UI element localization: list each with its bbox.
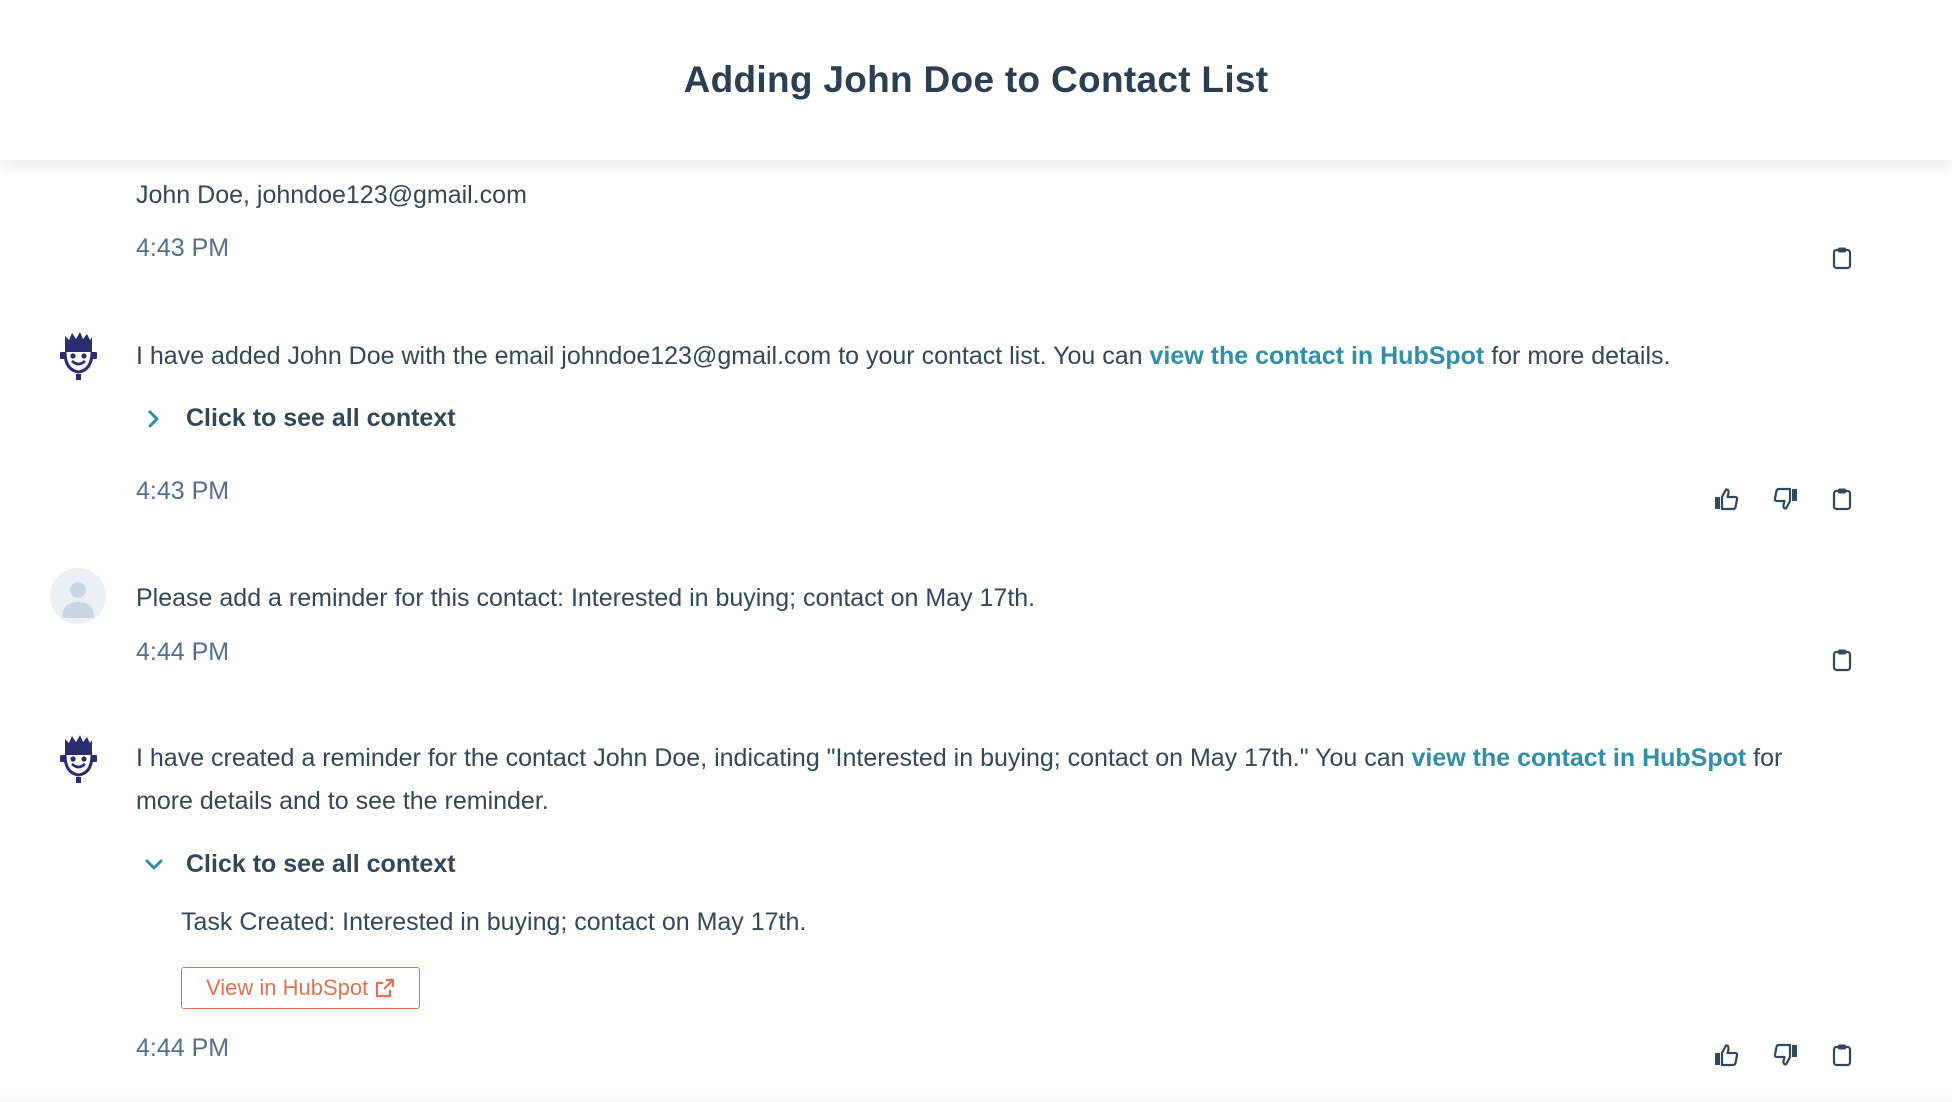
context-toggle[interactable]: Click to see all context: [140, 404, 456, 433]
message-timestamp: 4:43 PM: [136, 477, 230, 505]
copy-button[interactable]: [1824, 240, 1860, 276]
context-body: Task Created: Interested in buying; cont…: [181, 908, 807, 936]
user-avatar: [50, 568, 106, 624]
bot-message-text: I have added John Doe with the email joh…: [136, 342, 1671, 370]
context-toggle-label: Click to see all context: [186, 850, 456, 878]
thumbs-down-icon: [1773, 1043, 1797, 1066]
clipboard-icon: [1832, 1044, 1852, 1067]
context-toggle[interactable]: Click to see all context: [140, 850, 456, 879]
bot-avatar: [52, 330, 104, 382]
view-contact-link[interactable]: view the contact in HubSpot: [1411, 744, 1746, 772]
user-avatar-icon: [62, 582, 94, 618]
message-thread[interactable]: John Doe, johndoe123@gmail.com 4:43 PM I…: [0, 160, 1952, 1102]
view-contact-link[interactable]: view the contact in HubSpot: [1150, 342, 1485, 370]
message-timestamp: 4:44 PM: [136, 638, 230, 666]
view-in-hubspot-label: View in HubSpot: [206, 975, 369, 1000]
bot-avatar-icon: [60, 332, 97, 380]
bot-message-text: I have created a reminder for the contac…: [136, 744, 1783, 815]
copy-button[interactable]: [1824, 642, 1860, 678]
bot-avatar-icon: [60, 735, 97, 783]
bot-avatar: [52, 733, 104, 785]
dislike-button[interactable]: [1768, 1037, 1804, 1073]
thumbs-up-icon: [1715, 1044, 1739, 1067]
copy-button[interactable]: [1824, 1037, 1860, 1073]
conversation-header: Adding John Doe to Contact List: [0, 0, 1952, 160]
clipboard-icon: [1832, 488, 1852, 511]
chevron-down-icon: [140, 851, 168, 879]
clipboard-icon: [1832, 247, 1852, 270]
user-message-text: John Doe, johndoe123@gmail.com: [136, 181, 527, 209]
like-button[interactable]: [1708, 481, 1744, 517]
dislike-button[interactable]: [1768, 481, 1804, 517]
thumbs-down-icon: [1773, 487, 1797, 510]
external-link-icon: [376, 978, 395, 998]
message-timestamp: 4:44 PM: [136, 1034, 230, 1062]
conversation-title: Adding John Doe to Contact List: [683, 59, 1269, 100]
thumbs-up-icon: [1715, 488, 1739, 511]
copy-button[interactable]: [1824, 481, 1860, 517]
like-button[interactable]: [1708, 1037, 1744, 1073]
user-message-text: Please add a reminder for this contact: …: [136, 584, 1036, 612]
view-in-hubspot-button[interactable]: View in HubSpot: [181, 967, 421, 1009]
clipboard-icon: [1832, 649, 1852, 672]
context-toggle-label: Click to see all context: [186, 404, 456, 432]
bottom-scroll-edge: [0, 1090, 1952, 1102]
message-timestamp: 4:43 PM: [136, 234, 230, 262]
chevron-right-icon: [140, 405, 168, 433]
